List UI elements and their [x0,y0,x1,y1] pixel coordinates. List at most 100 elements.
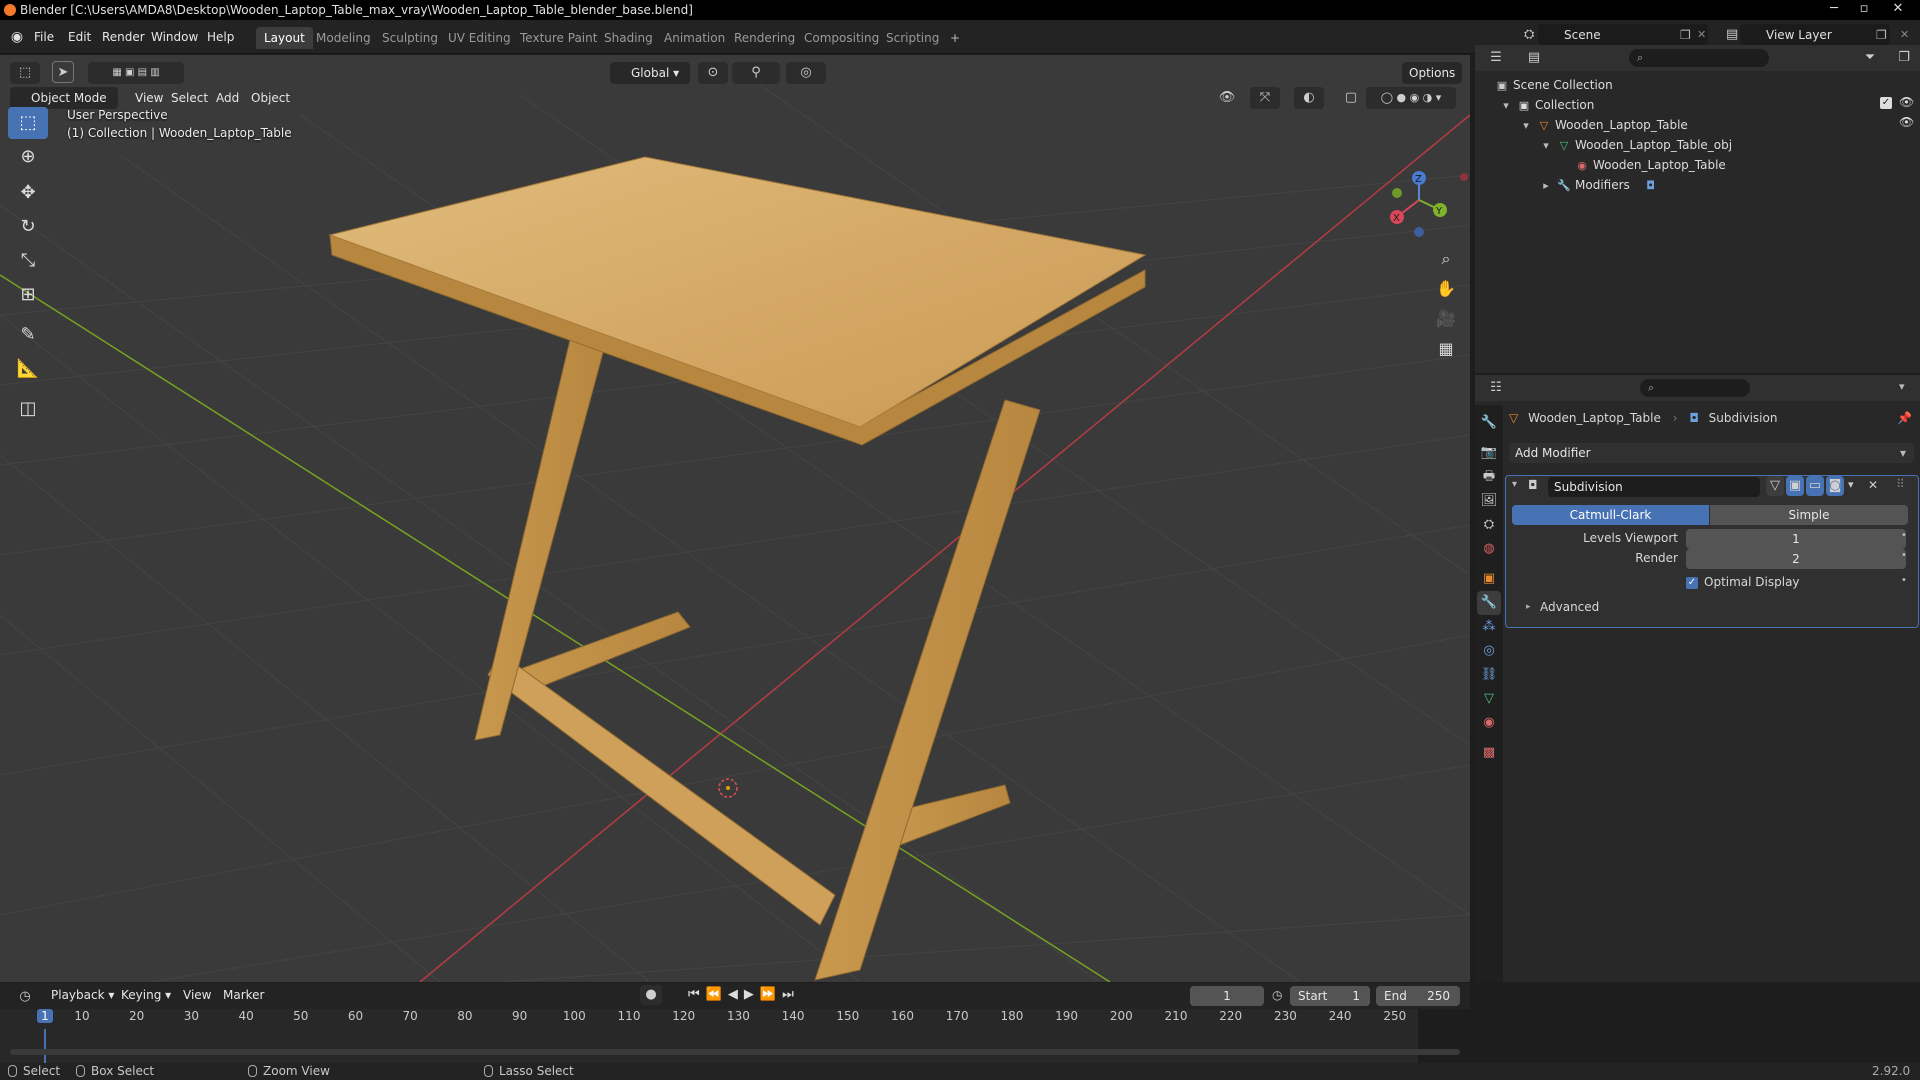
menu-window[interactable]: Window [151,27,198,47]
mode-dropdown[interactable]: Object Mode ▾ [10,87,118,127]
move-tool-icon[interactable]: ✥ [8,177,48,209]
annotate-tool-icon[interactable]: ✎ [8,319,48,351]
output-tab-icon[interactable]: 🖶 [1477,465,1501,489]
start-frame-field[interactable]: Start 1 [1290,986,1370,1006]
outliner-editor-type-icon[interactable]: ☰ [1481,47,1511,69]
collection-exclude-checkbox[interactable]: ✓ [1880,97,1892,109]
tab-layout[interactable]: Layout [256,27,313,49]
modifier-name-input[interactable]: Subdivision [1548,477,1760,497]
menu-file[interactable]: File [34,27,54,47]
tab-uv-editing[interactable]: UV Editing [440,27,519,49]
viewport-menu-select[interactable]: Select [164,87,215,109]
collection-visibility-eye-icon[interactable]: 👁 [1899,95,1914,109]
rotate-tool-icon[interactable]: ↻ [8,211,48,243]
data-tab-icon[interactable]: ▽ [1477,687,1501,711]
modifier-tab-icon[interactable]: 🔧 [1477,591,1501,615]
proportional-edit-icon[interactable]: ◎ [786,62,826,84]
expand-modifiers-icon[interactable]: ▸ [1539,176,1553,196]
pivot-point-icon[interactable]: ⊙ [698,62,728,84]
timeline-editor-type-icon[interactable]: ◷ [10,986,40,1008]
object-visibility-eye-icon[interactable]: 👁 [1899,115,1914,129]
preview-range-icon[interactable]: ◷ [1272,988,1282,1002]
drag-handle-icon[interactable]: ⠿ [1896,477,1905,491]
add-workspace-button[interactable]: + [942,27,968,49]
levels-viewport-field[interactable]: 1 [1686,529,1906,549]
timeline-track-area[interactable]: 1 10 20 30 40 50 60 70 80 90 100 110 120 130 140 150 160… [0,1009,1470,1063]
select-tool-icon[interactable]: ➤ [52,61,74,83]
new-collection-icon[interactable]: ❐ [1893,47,1915,69]
on-cage-icon[interactable]: ▣ [1786,476,1804,496]
tab-compositing[interactable]: Compositing [796,27,887,49]
tab-shading[interactable]: Shading [596,27,661,49]
expand-advanced-icon[interactable]: ▸ [1526,602,1531,612]
selection-mode-icons[interactable]: ▦ ▣ ▤ ▥ [88,62,184,84]
outliner-row-material[interactable]: ◉ Wooden_Laptop_Table [1575,155,1726,175]
outliner-row-modifiers[interactable]: ▸ 🔧 Modifiers ◘ [1539,175,1662,195]
outliner-row-collection[interactable]: ▾ ▣ Collection [1499,95,1594,115]
options-dropdown[interactable]: Options ▾ [1402,62,1462,102]
new-scene-icon[interactable]: ❐ [1680,28,1691,42]
transform-tool-icon[interactable]: ⊞ [8,279,48,311]
tab-scripting[interactable]: Scripting [878,27,947,49]
material-tab-icon[interactable]: ◉ [1477,711,1501,735]
new-view-layer-icon[interactable]: ❐ [1876,28,1887,42]
texture-tab-icon[interactable]: ▩ [1477,741,1501,765]
timeline-menu-playback[interactable]: Playback ▾ [44,985,121,1005]
pan-hand-icon[interactable]: ✋ [1432,275,1460,303]
view-layer-selector-icon[interactable]: ▤ [1726,27,1738,42]
catmull-clark-option[interactable]: Catmull-Clark [1512,505,1709,525]
viewport-menu-object[interactable]: Object [244,87,297,109]
optimal-display-keyframe-icon[interactable]: • [1901,575,1907,586]
navigation-gizmo[interactable]: Z Y X [1382,115,1470,243]
add-modifier-dropdown[interactable]: Add Modifier ▾ [1509,443,1914,463]
world-tab-icon[interactable]: ◍ [1477,537,1501,561]
add-cube-tool-icon[interactable]: ◫ [8,393,48,425]
tab-modeling[interactable]: Modeling [308,27,379,49]
current-frame-field[interactable]: 1 [1190,986,1264,1006]
render-levels-keyframe-icon[interactable]: • [1901,550,1907,561]
object-tab-icon[interactable]: ▣ [1477,567,1501,591]
view-layer-field[interactable]: View Layer [1740,24,1890,46]
tab-texture-paint[interactable]: Texture Paint [512,27,605,49]
cursor-tool-icon[interactable]: ⊕ [8,141,48,173]
outliner-search-input[interactable]: ⌕ [1629,49,1769,67]
remove-modifier-icon[interactable]: ✕ [1868,478,1878,492]
filter-icon[interactable]: ⏷ [1855,47,1885,69]
minimize-button[interactable]: ─ [1822,0,1846,18]
pin-icon[interactable]: 📌 [1897,407,1912,429]
advanced-subpanel[interactable]: Advanced [1540,600,1599,614]
auto-keying-icon[interactable]: ● [640,985,662,1005]
properties-options-chevron-icon[interactable]: ▾ [1899,380,1905,393]
render-display-icon[interactable]: ◙ [1826,476,1844,496]
scene-selector-icon[interactable]: ⛭ [1524,27,1534,42]
timeline-scrollbar[interactable] [10,1049,1460,1055]
overlay-toggle-icon[interactable]: ◐ [1294,87,1324,109]
zoom-icon[interactable]: ⌕ [1432,245,1460,273]
render-levels-field[interactable]: 2 [1686,549,1906,569]
viewport-scene[interactable] [0,55,1470,982]
gizmo-toggle-icon[interactable]: ⤧ [1250,87,1280,109]
laptop-table-model[interactable] [328,156,1147,981]
expand-mesh-icon[interactable]: ▾ [1539,136,1553,156]
menu-edit[interactable]: Edit [68,27,91,47]
transform-orientation-dropdown[interactable]: Global ▾ [610,62,690,84]
edit-mode-display-icon[interactable]: ▽ [1766,476,1784,496]
timeline-menu-marker[interactable]: Marker [216,985,271,1005]
render-tab-icon[interactable]: 📷 [1477,441,1501,465]
3d-viewport[interactable]: ⬚ ➤ ▦ ▣ ▤ ▥ Object Mode ▾ View Select Ad… [0,55,1470,982]
perspective-grid-icon[interactable]: ▦ [1432,335,1460,363]
select-box-tool-icon[interactable]: ⬚ [8,107,48,139]
delete-view-layer-icon[interactable]: ✕ [1900,28,1909,41]
modifier-menu-chevron-icon[interactable]: ▾ [1848,478,1854,491]
measure-tool-icon[interactable]: 📐 [8,353,48,385]
xray-icon[interactable]: ▢ [1340,87,1362,109]
display-mode-icon[interactable]: ▤ [1519,47,1549,69]
scene-tab-icon[interactable]: ⛭ [1477,513,1501,537]
properties-search-input[interactable]: ⌕ [1640,379,1750,397]
optimal-display-checkbox[interactable]: ✓ [1686,577,1698,589]
outliner-row-object[interactable]: ▾ ▽ Wooden_Laptop_Table [1519,115,1688,135]
physics-tab-icon[interactable]: ◎ [1477,639,1501,663]
tab-rendering[interactable]: Rendering [726,27,803,49]
properties-editor-type-icon[interactable]: ☷ [1481,377,1511,399]
tab-animation[interactable]: Animation [656,27,733,49]
